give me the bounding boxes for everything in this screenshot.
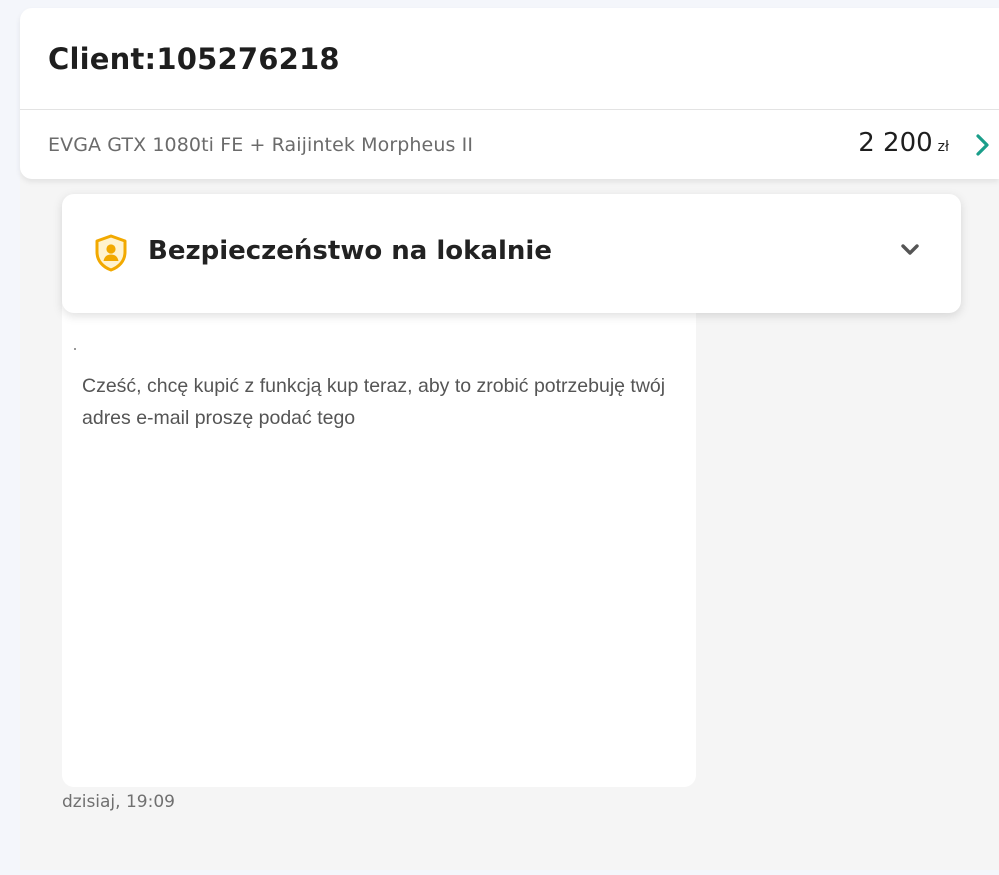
chat-header: Client:105276218 EVGA GTX 1080ti FE + Ra… — [20, 8, 999, 179]
image-dot — [74, 348, 76, 350]
message-bubble: Cześć, chcę kupić z funkcją kup teraz, a… — [62, 298, 696, 787]
safety-info-card[interactable]: Bezpieczeństwo na lokalnie — [62, 194, 961, 313]
price-amount: 2 200 — [858, 128, 933, 158]
safety-title: Bezpieczeństwo na lokalnie — [148, 236, 552, 266]
shield-icon — [95, 234, 127, 272]
chevron-right-icon[interactable] — [971, 132, 993, 158]
message-image-text: Cześć, chcę kupić z funkcją kup teraz, a… — [82, 375, 666, 429]
client-title: Client:105276218 — [48, 42, 340, 76]
message-timestamp: dzisiaj, 19:09 — [62, 792, 175, 812]
offer-price: 2 200 zł — [858, 128, 949, 158]
offer-link[interactable]: EVGA GTX 1080ti FE + Raijintek Morpheus … — [20, 110, 999, 179]
price-currency: zł — [937, 139, 949, 155]
offer-title: EVGA GTX 1080ti FE + Raijintek Morpheus … — [48, 134, 474, 156]
message-image[interactable]: Cześć, chcę kupić z funkcją kup teraz, a… — [72, 326, 686, 436]
chat-panel: Client:105276218 EVGA GTX 1080ti FE + Ra… — [20, 8, 999, 870]
chevron-down-icon[interactable] — [899, 242, 921, 258]
